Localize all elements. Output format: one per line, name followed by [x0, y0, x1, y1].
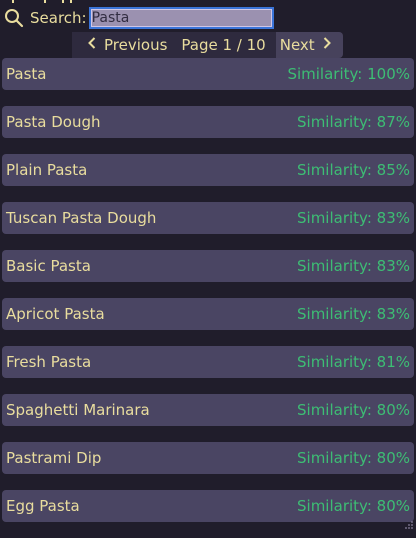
result-name: Pasta Dough	[6, 113, 101, 131]
search-label: Search:	[30, 9, 87, 27]
result-similarity: Similarity: 80%	[297, 449, 410, 467]
result-similarity: Similarity: 83%	[297, 305, 410, 323]
result-item[interactable]: Plain Pasta Similarity: 85%	[2, 154, 414, 186]
page-indicator: Page 1 / 10	[173, 32, 276, 58]
result-name: Fresh Pasta	[6, 353, 92, 371]
search-bar: Search:	[4, 6, 274, 30]
clipped-header-fragment	[0, 0, 416, 4]
result-similarity: Similarity: 81%	[297, 353, 410, 371]
result-name: Apricot Pasta	[6, 305, 105, 323]
chevron-right-icon	[323, 37, 331, 53]
result-item[interactable]: Pastrami Dip Similarity: 80%	[2, 442, 414, 474]
results-list: Pasta Similarity: 100% Pasta Dough Simil…	[2, 58, 414, 538]
result-item[interactable]: Egg Pasta Similarity: 80%	[2, 490, 414, 522]
previous-label: Previous	[104, 36, 168, 54]
next-page-button[interactable]: Next	[275, 32, 343, 58]
result-item[interactable]: Apricot Pasta Similarity: 83%	[2, 298, 414, 330]
result-item[interactable]: Fresh Pasta Similarity: 81%	[2, 346, 414, 378]
result-item[interactable]: Tuscan Pasta Dough Similarity: 83%	[2, 202, 414, 234]
result-name: Pasta	[6, 65, 47, 83]
result-similarity: Similarity: 83%	[297, 257, 410, 275]
result-name: Plain Pasta	[6, 161, 88, 179]
result-similarity: Similarity: 87%	[297, 113, 410, 131]
search-icon	[4, 8, 24, 28]
result-item[interactable]: Basic Pasta Similarity: 83%	[2, 250, 414, 282]
result-name: Tuscan Pasta Dough	[6, 209, 157, 227]
result-name: Basic Pasta	[6, 257, 91, 275]
search-input[interactable]	[88, 7, 274, 29]
result-name: Pastrami Dip	[6, 449, 102, 467]
result-item[interactable]: Spaghetti Marinara Similarity: 80%	[2, 394, 414, 426]
previous-page-button[interactable]: Previous	[72, 32, 174, 58]
result-similarity: Similarity: 100%	[287, 65, 410, 83]
result-similarity: Similarity: 80%	[297, 497, 410, 515]
result-name: Egg Pasta	[6, 497, 80, 515]
next-label: Next	[279, 36, 315, 54]
result-similarity: Similarity: 83%	[297, 209, 410, 227]
resize-grip-icon[interactable]	[404, 515, 414, 529]
result-similarity: Similarity: 80%	[297, 401, 410, 419]
result-item[interactable]: Pasta Similarity: 100%	[2, 58, 414, 90]
result-item[interactable]: Pasta Dough Similarity: 87%	[2, 106, 414, 138]
result-name: Spaghetti Marinara	[6, 401, 150, 419]
pagination-bar: Previous Page 1 / 10 Next	[72, 32, 343, 58]
result-similarity: Similarity: 85%	[297, 161, 410, 179]
chevron-left-icon	[88, 37, 96, 53]
